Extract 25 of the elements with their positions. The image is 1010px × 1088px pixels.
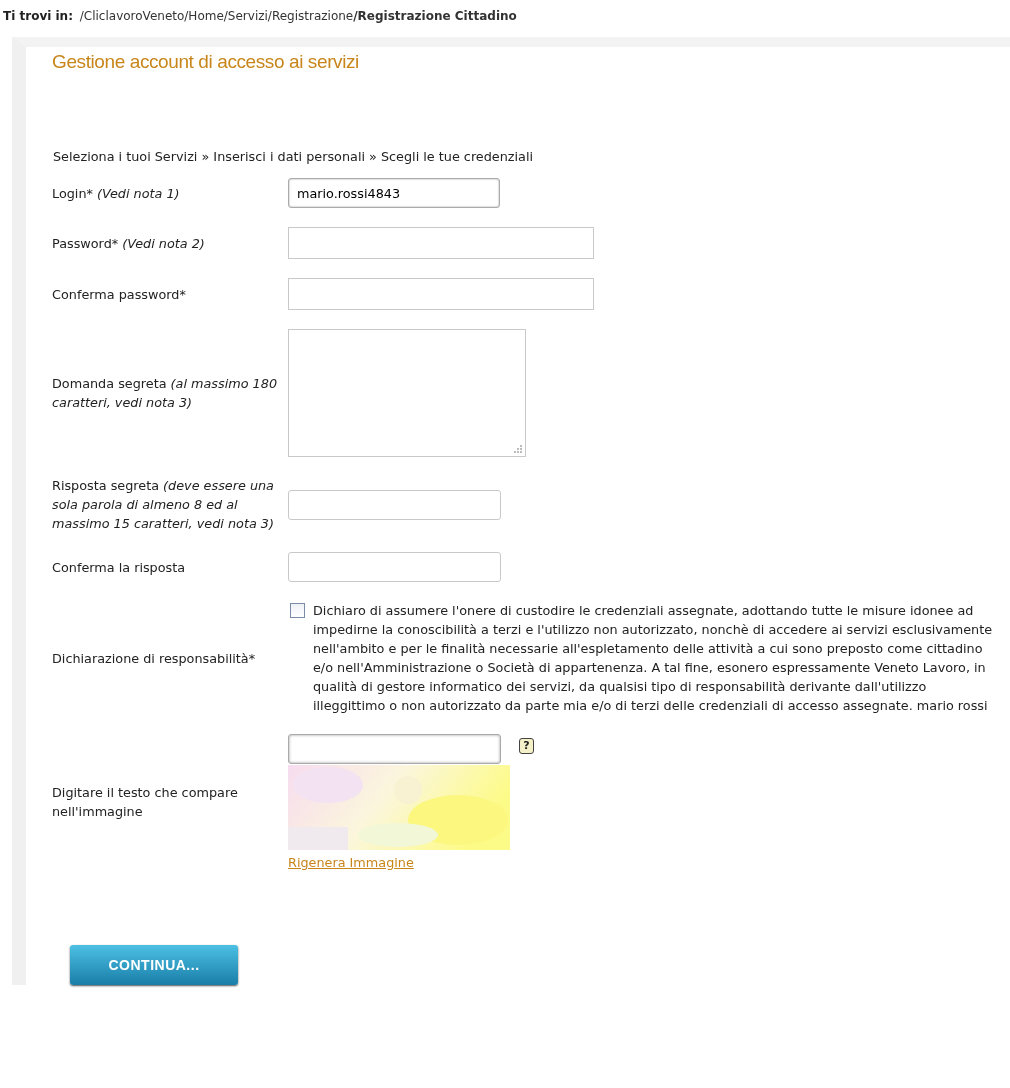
declaration-text: Dichiaro di assumere l'onere di custodire le credenziali assegnate, adottando tutte le misure idonee ad impedirne la conoscibilità a terzi e l'utilizzo non autorizzato, nonchè di accedere ai servizi esclusivamente nell'ambito e per le finalità necessarie all'espletamento delle attività a cui sono preposto come cittadino e/o nell'Amministrazione o Società di appartenenza. A tal fine, esonero espressamente Veneto Lavoro, in qualità di gestore informatico dei servizi, da qualsisi tipo di responsabilità derivante dall'utilizzo illeggittimo o non autorizzato da parte mia e/o di terzi delle credenziali di accesso assegnate. mario rossi bbox=[313, 602, 994, 715]
field-label: Conferma password* bbox=[52, 285, 187, 304]
breadcrumb-label: Ti trovi in: bbox=[3, 9, 73, 23]
answer-field[interactable] bbox=[288, 552, 501, 582]
question-textarea[interactable] bbox=[288, 329, 526, 457]
breadcrumb-link[interactable]: /Home bbox=[184, 9, 224, 23]
field-label: Login* (Vedi nota 1) bbox=[52, 184, 181, 203]
checkbox[interactable] bbox=[290, 603, 305, 618]
steps-text: Seleziona i tuoi Servizi » Inserisci i dati personali » Scegli le tue credenziali bbox=[52, 149, 535, 164]
captcha-field[interactable] bbox=[288, 734, 501, 764]
page-title: Gestione account di accesso ai servizi bbox=[52, 51, 360, 73]
help-button[interactable]: ? bbox=[519, 738, 534, 754]
field-label: Password* (Vedi nota 2) bbox=[52, 234, 206, 253]
breadcrumb-link[interactable]: /CliclavoroVeneto bbox=[79, 9, 185, 23]
field-label: Digitare il testo che compare nell'immagine bbox=[52, 784, 239, 821]
breadcrumb-link[interactable]: /Servizi bbox=[223, 9, 268, 23]
field-label: Risposta segreta (deve essere una sola parola di almeno 8 ed al massimo 15 caratteri, vedi nota 3) bbox=[52, 477, 275, 533]
login-field[interactable]: mario.rossi4843 bbox=[288, 178, 500, 208]
field-label: Domanda segreta (al massimo 180 caratteri, vedi nota 3) bbox=[52, 375, 279, 412]
password-field[interactable] bbox=[288, 278, 594, 310]
answer-field[interactable] bbox=[288, 489, 501, 520]
resize-grip-icon[interactable] bbox=[514, 445, 522, 453]
field-label: Dichiarazione di responsabilità* bbox=[52, 649, 257, 668]
password-field[interactable] bbox=[288, 227, 594, 259]
field-label: Conferma la risposta bbox=[52, 558, 187, 577]
